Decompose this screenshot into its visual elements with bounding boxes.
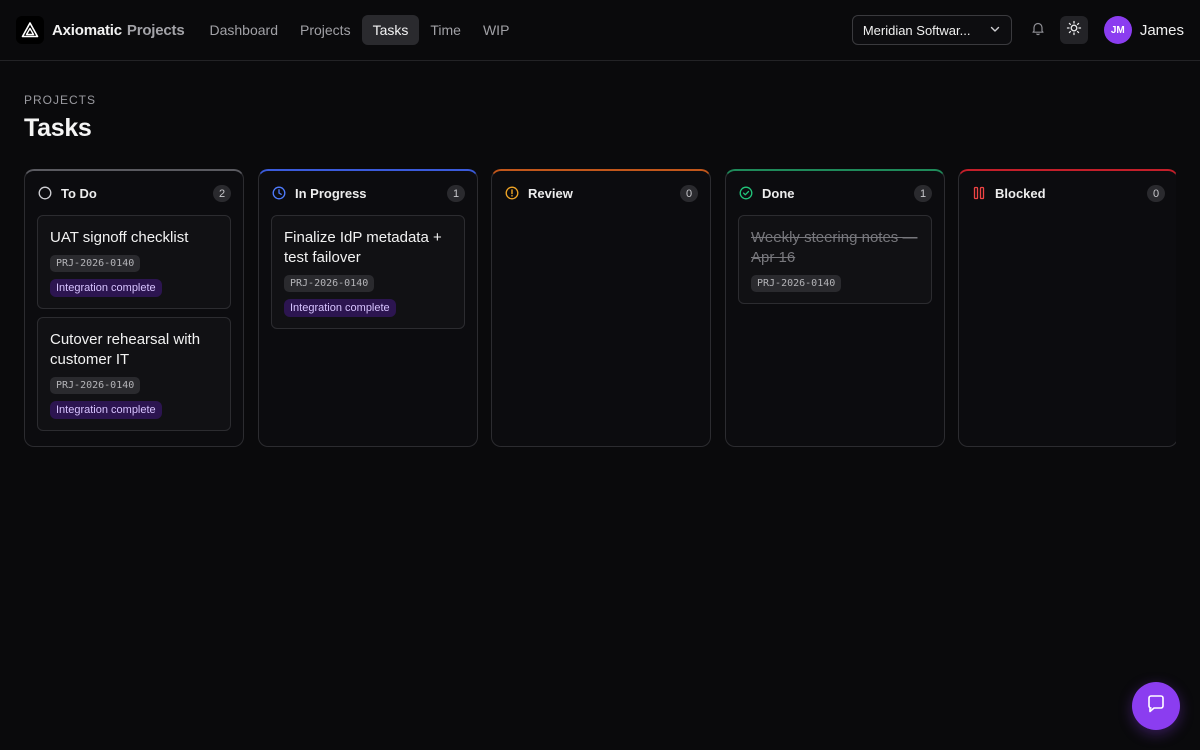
column-title: Blocked (995, 185, 1046, 201)
project-code-tag: PRJ-2026-0140 (751, 275, 842, 292)
chat-button[interactable] (1132, 682, 1180, 730)
bell-icon (1030, 20, 1046, 41)
sun-icon (1066, 20, 1082, 41)
column-blocked: Blocked 0 (958, 169, 1176, 447)
nav-time[interactable]: Time (419, 15, 472, 45)
chevron-down-icon (989, 23, 1001, 38)
column-header: Review 0 (492, 171, 710, 215)
alert-circle-icon (504, 185, 520, 201)
task-card[interactable]: Finalize IdP metadata + test failover PR… (271, 215, 465, 329)
column-count-badge: 1 (914, 185, 932, 202)
milestone-tag: Integration complete (50, 279, 162, 297)
nav-projects[interactable]: Projects (289, 15, 362, 45)
brand-subtitle: Projects (126, 21, 185, 39)
header-actions: Meridian Softwar... JM James (851, 0, 1184, 60)
column-count-badge: 1 (447, 185, 465, 202)
nav-tasks[interactable]: Tasks (361, 15, 420, 45)
column-header: Blocked 0 (959, 171, 1176, 215)
column-title: Review (528, 185, 573, 201)
milestone-tag: Integration complete (284, 299, 396, 317)
circle-icon (37, 185, 53, 201)
notifications-button[interactable] (1024, 16, 1052, 44)
column-to-do: To Do 2 UAT signoff checklist PRJ-2026-0… (24, 169, 244, 447)
column-review: Review 0 (491, 169, 711, 447)
kanban-board: To Do 2 UAT signoff checklist PRJ-2026-0… (24, 169, 1176, 449)
task-title: Weekly steering notes — Apr 16 (751, 229, 918, 266)
project-code-tag: PRJ-2026-0140 (50, 255, 141, 272)
chat-bubble-icon (1145, 693, 1167, 720)
column-header: Done 1 (726, 171, 944, 215)
task-card[interactable]: Weekly steering notes — Apr 16 PRJ-2026-… (738, 215, 932, 304)
user-avatar[interactable]: JM (1103, 16, 1132, 44)
clock-icon (271, 185, 287, 201)
column-header: To Do 2 (25, 171, 243, 215)
check-circle-icon (738, 185, 754, 201)
breadcrumb: PROJECTS (24, 93, 97, 107)
column-header: In Progress 1 (259, 171, 477, 215)
logo-icon[interactable] (16, 16, 44, 44)
page-header: PROJECTS Tasks (24, 93, 96, 143)
milestone-tag: Integration complete (50, 401, 162, 419)
pause-icon (971, 185, 987, 201)
column-title: Done (762, 185, 795, 201)
top-nav-bar: Axiomatic Projects Dashboard Projects Ta… (0, 0, 1200, 61)
column-in-progress: In Progress 1 Finalize IdP metadata + te… (258, 169, 478, 447)
nav-wip[interactable]: WIP (472, 15, 520, 45)
task-title: Cutover rehearsal with customer IT (50, 331, 201, 368)
organization-select[interactable]: Meridian Softwar... (851, 15, 1012, 45)
column-count-badge: 0 (1147, 185, 1165, 202)
column-title: To Do (61, 185, 97, 201)
column-done: Done 1 Weekly steering notes — Apr 16 PR… (725, 169, 945, 447)
brand-name: Axiomatic (52, 21, 122, 39)
project-code-tag: PRJ-2026-0140 (284, 275, 375, 292)
theme-toggle-button[interactable] (1059, 16, 1088, 44)
task-title: Finalize IdP metadata + test failover (284, 229, 442, 266)
column-title: In Progress (295, 185, 367, 201)
organization-select-value: Meridian Softwar... (862, 22, 971, 38)
column-count-badge: 2 (213, 185, 231, 202)
project-code-tag: PRJ-2026-0140 (50, 377, 141, 394)
page-title: Tasks (24, 114, 92, 142)
nav-dashboard[interactable]: Dashboard (199, 15, 290, 45)
main-nav: Dashboard Projects Tasks Time WIP (199, 15, 521, 45)
column-count-badge: 0 (680, 185, 698, 202)
task-card[interactable]: UAT signoff checklist PRJ-2026-0140 Inte… (37, 215, 231, 309)
task-card[interactable]: Cutover rehearsal with customer IT PRJ-2… (37, 317, 231, 431)
user-name[interactable]: James (1140, 22, 1184, 39)
task-title: UAT signoff checklist (50, 229, 189, 246)
